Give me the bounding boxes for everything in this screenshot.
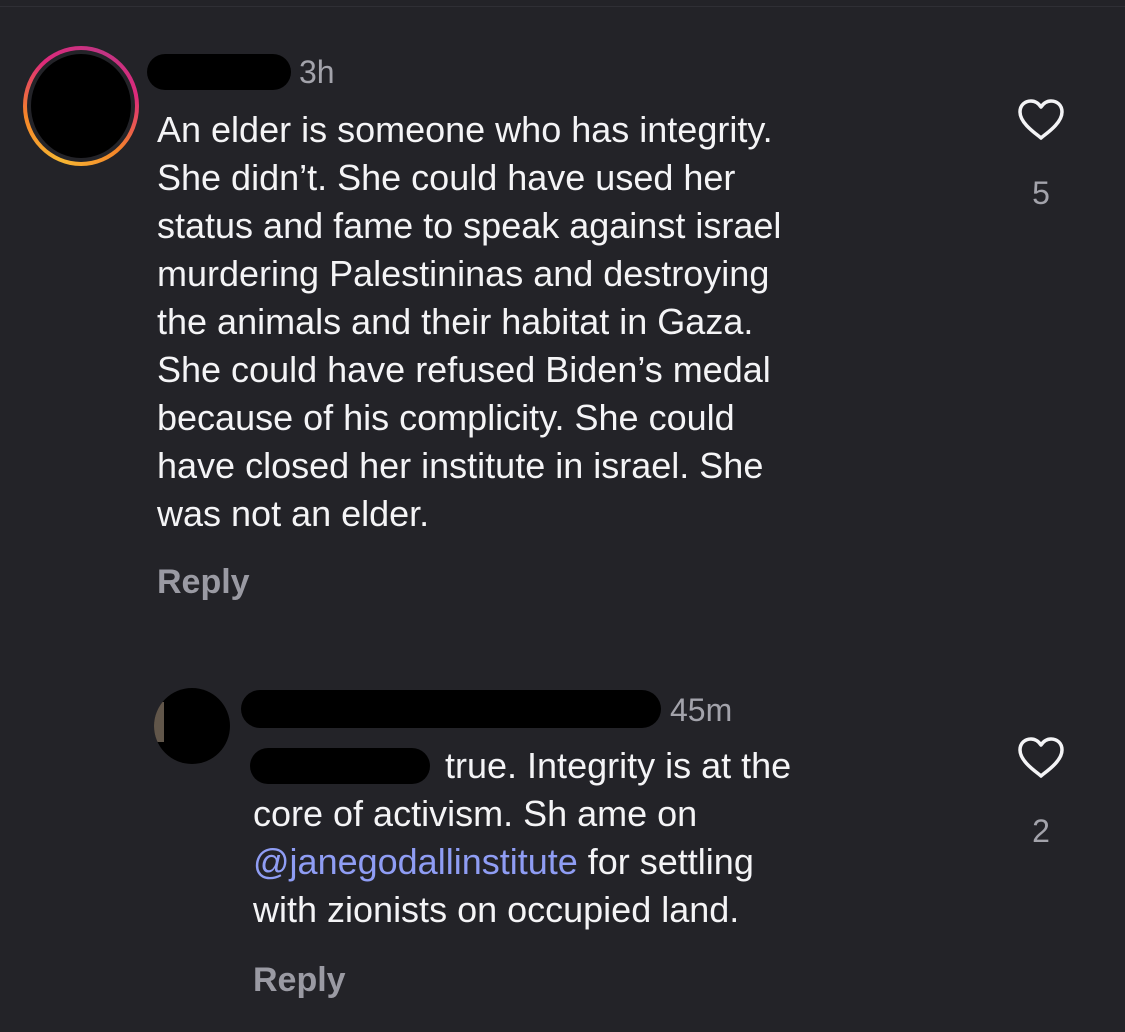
like-button[interactable] <box>1016 98 1066 142</box>
avatar-story-ring[interactable] <box>23 46 139 166</box>
like-count: 2 <box>1032 813 1050 849</box>
comment-line: An elder is someone who has integrity. <box>157 109 773 150</box>
comment-timestamp: 45m <box>670 692 733 728</box>
comment-line: core of activism. Sh ame on <box>253 793 698 834</box>
heart-outline-icon <box>1018 737 1064 778</box>
comment-line: murdering Palestininas and destroying <box>157 253 770 294</box>
comment-line: have closed her institute in israel. She <box>157 445 764 486</box>
heart-outline-icon <box>1018 99 1064 140</box>
like-count: 5 <box>1032 175 1050 211</box>
comment-body: true. Integrity is at the core of activi… <box>253 742 791 934</box>
comment-line: because of his complicity. She could <box>157 397 735 438</box>
top-divider <box>0 6 1125 7</box>
comment-line: with zionists on occupied land. <box>253 889 740 930</box>
comment-line: @janegodallinstitute for settling <box>253 838 791 886</box>
comment-body: An elder is someone who has integrity. S… <box>157 106 781 538</box>
comment-line: status and fame to speak against israel <box>157 205 782 246</box>
redacted-username <box>241 690 661 728</box>
comment-line: the animals and their habitat in Gaza. <box>157 301 754 342</box>
comment-timestamp: 3h <box>299 54 335 90</box>
comment-line: true. Integrity is at the <box>445 745 792 786</box>
mention-link[interactable]: @janegodallinstitute <box>253 841 578 882</box>
avatar <box>31 54 131 158</box>
avatar[interactable] <box>154 688 230 764</box>
reply-button[interactable]: Reply <box>157 565 250 599</box>
redacted-username <box>147 54 291 90</box>
reply-button[interactable]: Reply <box>253 963 346 997</box>
like-button[interactable] <box>1016 736 1066 780</box>
comment-line: She didn’t. She could have used her <box>157 157 736 198</box>
comment-line: She could have refused Biden’s medal <box>157 349 771 390</box>
comment-line: was not an elder. <box>157 493 430 534</box>
comment-text-fragment: for settling <box>577 841 754 882</box>
